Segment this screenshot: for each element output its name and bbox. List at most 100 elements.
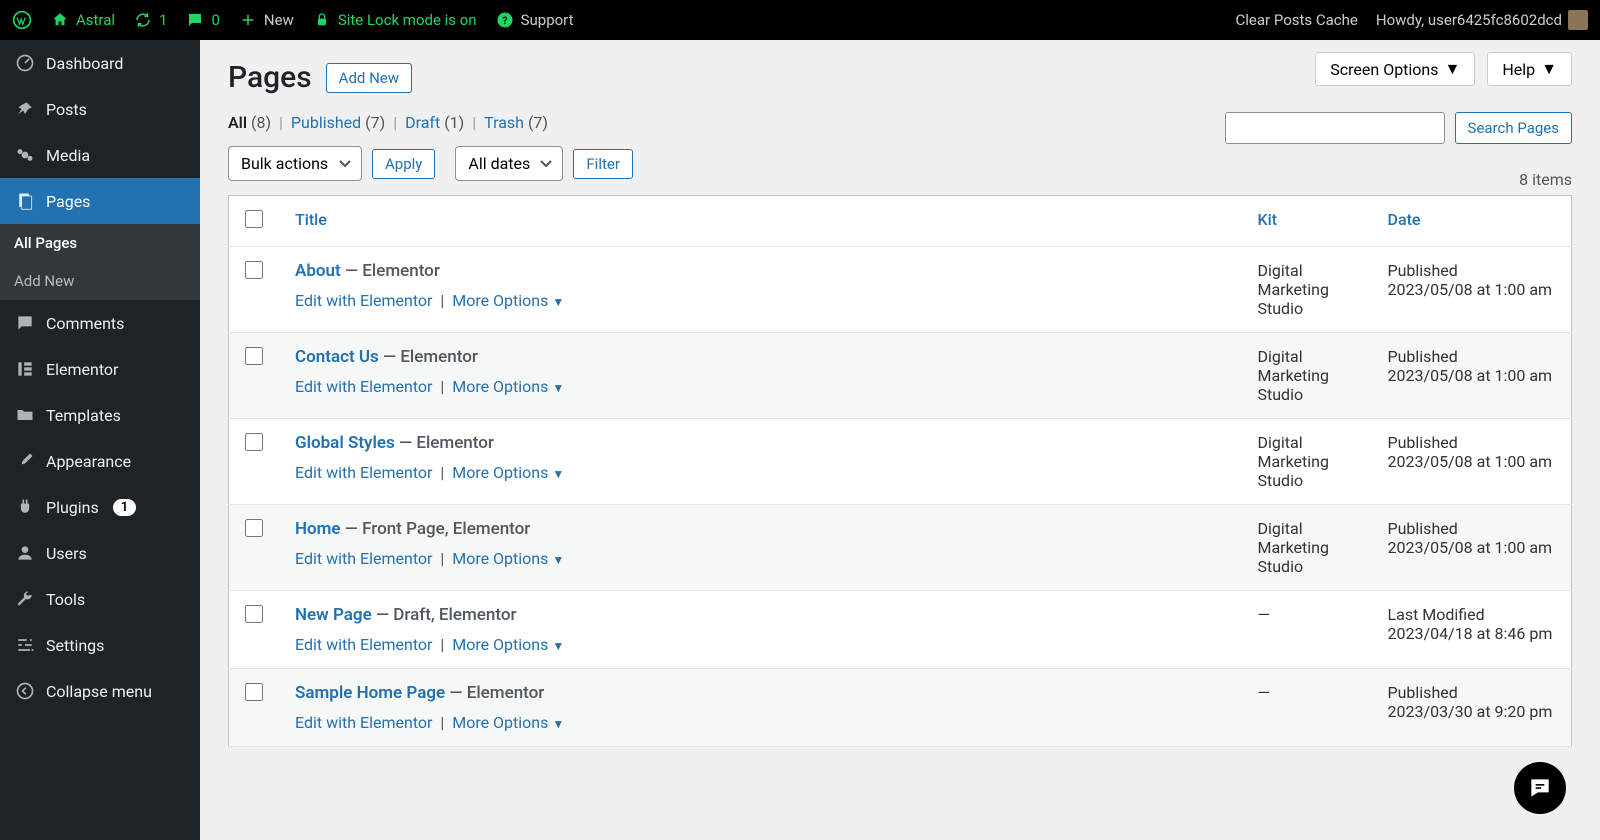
chevron-down-icon: ▼ [552, 639, 564, 653]
submenu-all-pages[interactable]: All Pages [0, 224, 200, 262]
edit-elementor-link[interactable]: Edit with Elementor [295, 635, 432, 654]
new-link[interactable]: New [238, 10, 294, 30]
more-options-link[interactable]: More Options [452, 377, 548, 396]
sliders-icon [14, 634, 36, 656]
chevron-down-icon: ▼ [1445, 59, 1461, 79]
row-date: Published2023/05/08 at 1:00 am [1372, 419, 1572, 505]
row-checkbox[interactable] [245, 683, 263, 701]
filter-published[interactable]: Published [291, 113, 361, 132]
row-date: Published2023/05/08 at 1:00 am [1372, 505, 1572, 591]
search-button[interactable]: Search Pages [1455, 112, 1572, 144]
updates-link[interactable]: 1 [133, 10, 167, 30]
help-button[interactable]: Help ▼ [1487, 52, 1572, 86]
site-lock-link[interactable]: Site Lock mode is on [312, 10, 477, 30]
sidebar-submenu: All Pages Add New [0, 224, 200, 300]
sidebar-item-posts[interactable]: Posts [0, 86, 200, 132]
elementor-icon [14, 358, 36, 380]
more-options-link[interactable]: More Options [452, 635, 548, 654]
row-title-link[interactable]: Home [295, 519, 341, 539]
sidebar-item-users[interactable]: Users [0, 530, 200, 576]
sidebar-item-pages[interactable]: Pages [0, 178, 200, 224]
brush-icon [14, 450, 36, 472]
sidebar-item-templates[interactable]: Templates [0, 392, 200, 438]
wordpress-logo[interactable] [12, 10, 32, 30]
filter-all[interactable]: All [228, 113, 247, 132]
support-link[interactable]: ?Support [495, 10, 574, 30]
user-icon [14, 542, 36, 564]
media-icon [14, 144, 36, 166]
sidebar-item-elementor[interactable]: Elementor [0, 346, 200, 392]
sidebar-item-tools[interactable]: Tools [0, 576, 200, 622]
edit-elementor-link[interactable]: Edit with Elementor [295, 291, 432, 310]
folder-icon [14, 404, 36, 426]
table-row: New Page — Draft, Elementor Edit with El… [229, 591, 1572, 669]
edit-elementor-link[interactable]: Edit with Elementor [295, 713, 432, 732]
row-kit: Digital Marketing Studio [1242, 333, 1372, 419]
comments-link[interactable]: 0 [185, 10, 219, 30]
row-date: Published2023/03/30 at 9:20 pm [1372, 669, 1572, 747]
sidebar-item-collapse[interactable]: Collapse menu [0, 668, 200, 714]
row-title-link[interactable]: New Page [295, 605, 372, 625]
comment-icon [14, 312, 36, 334]
apply-button[interactable]: Apply [372, 149, 435, 179]
row-suffix: — Elementor [445, 683, 544, 703]
col-title[interactable]: Title [279, 196, 1242, 247]
sidebar-item-comments[interactable]: Comments [0, 300, 200, 346]
col-kit[interactable]: Kit [1242, 196, 1372, 247]
edit-elementor-link[interactable]: Edit with Elementor [295, 463, 432, 482]
dashboard-icon [14, 52, 36, 74]
bulk-actions-select[interactable]: Bulk actions [228, 146, 362, 181]
pin-icon [14, 98, 36, 120]
row-title-link[interactable]: About [295, 261, 341, 281]
filter-trash[interactable]: Trash [484, 113, 524, 132]
row-checkbox[interactable] [245, 519, 263, 537]
row-kit: Digital Marketing Studio [1242, 505, 1372, 591]
howdy-user[interactable]: Howdy, user6425fc8602dcd [1376, 10, 1588, 30]
filter-button[interactable]: Filter [573, 149, 633, 179]
more-options-link[interactable]: More Options [452, 713, 548, 732]
row-date: Last Modified2023/04/18 at 8:46 pm [1372, 591, 1572, 669]
row-title-link[interactable]: Contact Us [295, 347, 379, 367]
filter-draft[interactable]: Draft [405, 113, 440, 132]
edit-elementor-link[interactable]: Edit with Elementor [295, 377, 432, 396]
row-kit: — [1242, 669, 1372, 747]
screen-options-button[interactable]: Screen Options ▼ [1315, 52, 1475, 86]
row-checkbox[interactable] [245, 347, 263, 365]
table-row: Sample Home Page — Elementor Edit with E… [229, 669, 1572, 747]
pages-table: Title Kit Date About — Elementor Edit wi… [228, 195, 1572, 747]
sidebar-item-dashboard[interactable]: Dashboard [0, 40, 200, 86]
row-title-link[interactable]: Global Styles [295, 433, 395, 453]
submenu-add-new[interactable]: Add New [0, 262, 200, 300]
clear-cache-link[interactable]: Clear Posts Cache [1236, 11, 1358, 29]
col-date[interactable]: Date [1372, 196, 1572, 247]
more-options-link[interactable]: More Options [452, 291, 548, 310]
chevron-down-icon: ▼ [1541, 59, 1557, 79]
row-suffix: — Elementor [395, 433, 494, 453]
search-input[interactable] [1225, 112, 1445, 144]
edit-elementor-link[interactable]: Edit with Elementor [295, 549, 432, 568]
row-checkbox[interactable] [245, 605, 263, 623]
chevron-down-icon: ▼ [552, 381, 564, 395]
row-suffix: — Draft, Elementor [372, 605, 517, 625]
row-date: Published2023/05/08 at 1:00 am [1372, 247, 1572, 333]
chevron-down-icon: ▼ [552, 553, 564, 567]
collapse-icon [14, 680, 36, 702]
svg-text:?: ? [502, 14, 507, 27]
sidebar-item-media[interactable]: Media [0, 132, 200, 178]
sidebar-item-appearance[interactable]: Appearance [0, 438, 200, 484]
sidebar-item-plugins[interactable]: Plugins1 [0, 484, 200, 530]
row-title-link[interactable]: Sample Home Page [295, 683, 445, 703]
row-checkbox[interactable] [245, 433, 263, 451]
more-options-link[interactable]: More Options [452, 549, 548, 568]
select-all-checkbox[interactable] [245, 210, 263, 228]
row-checkbox[interactable] [245, 261, 263, 279]
chat-fab[interactable] [1514, 762, 1566, 814]
wrench-icon [14, 588, 36, 610]
more-options-link[interactable]: More Options [452, 463, 548, 482]
admin-sidebar: Dashboard Posts Media Pages All Pages Ad… [0, 40, 200, 840]
pages-icon [14, 190, 36, 212]
sidebar-item-settings[interactable]: Settings [0, 622, 200, 668]
site-name-link[interactable]: Astral [50, 10, 115, 30]
add-new-button[interactable]: Add New [326, 63, 412, 93]
date-filter-select[interactable]: All dates [455, 146, 563, 181]
